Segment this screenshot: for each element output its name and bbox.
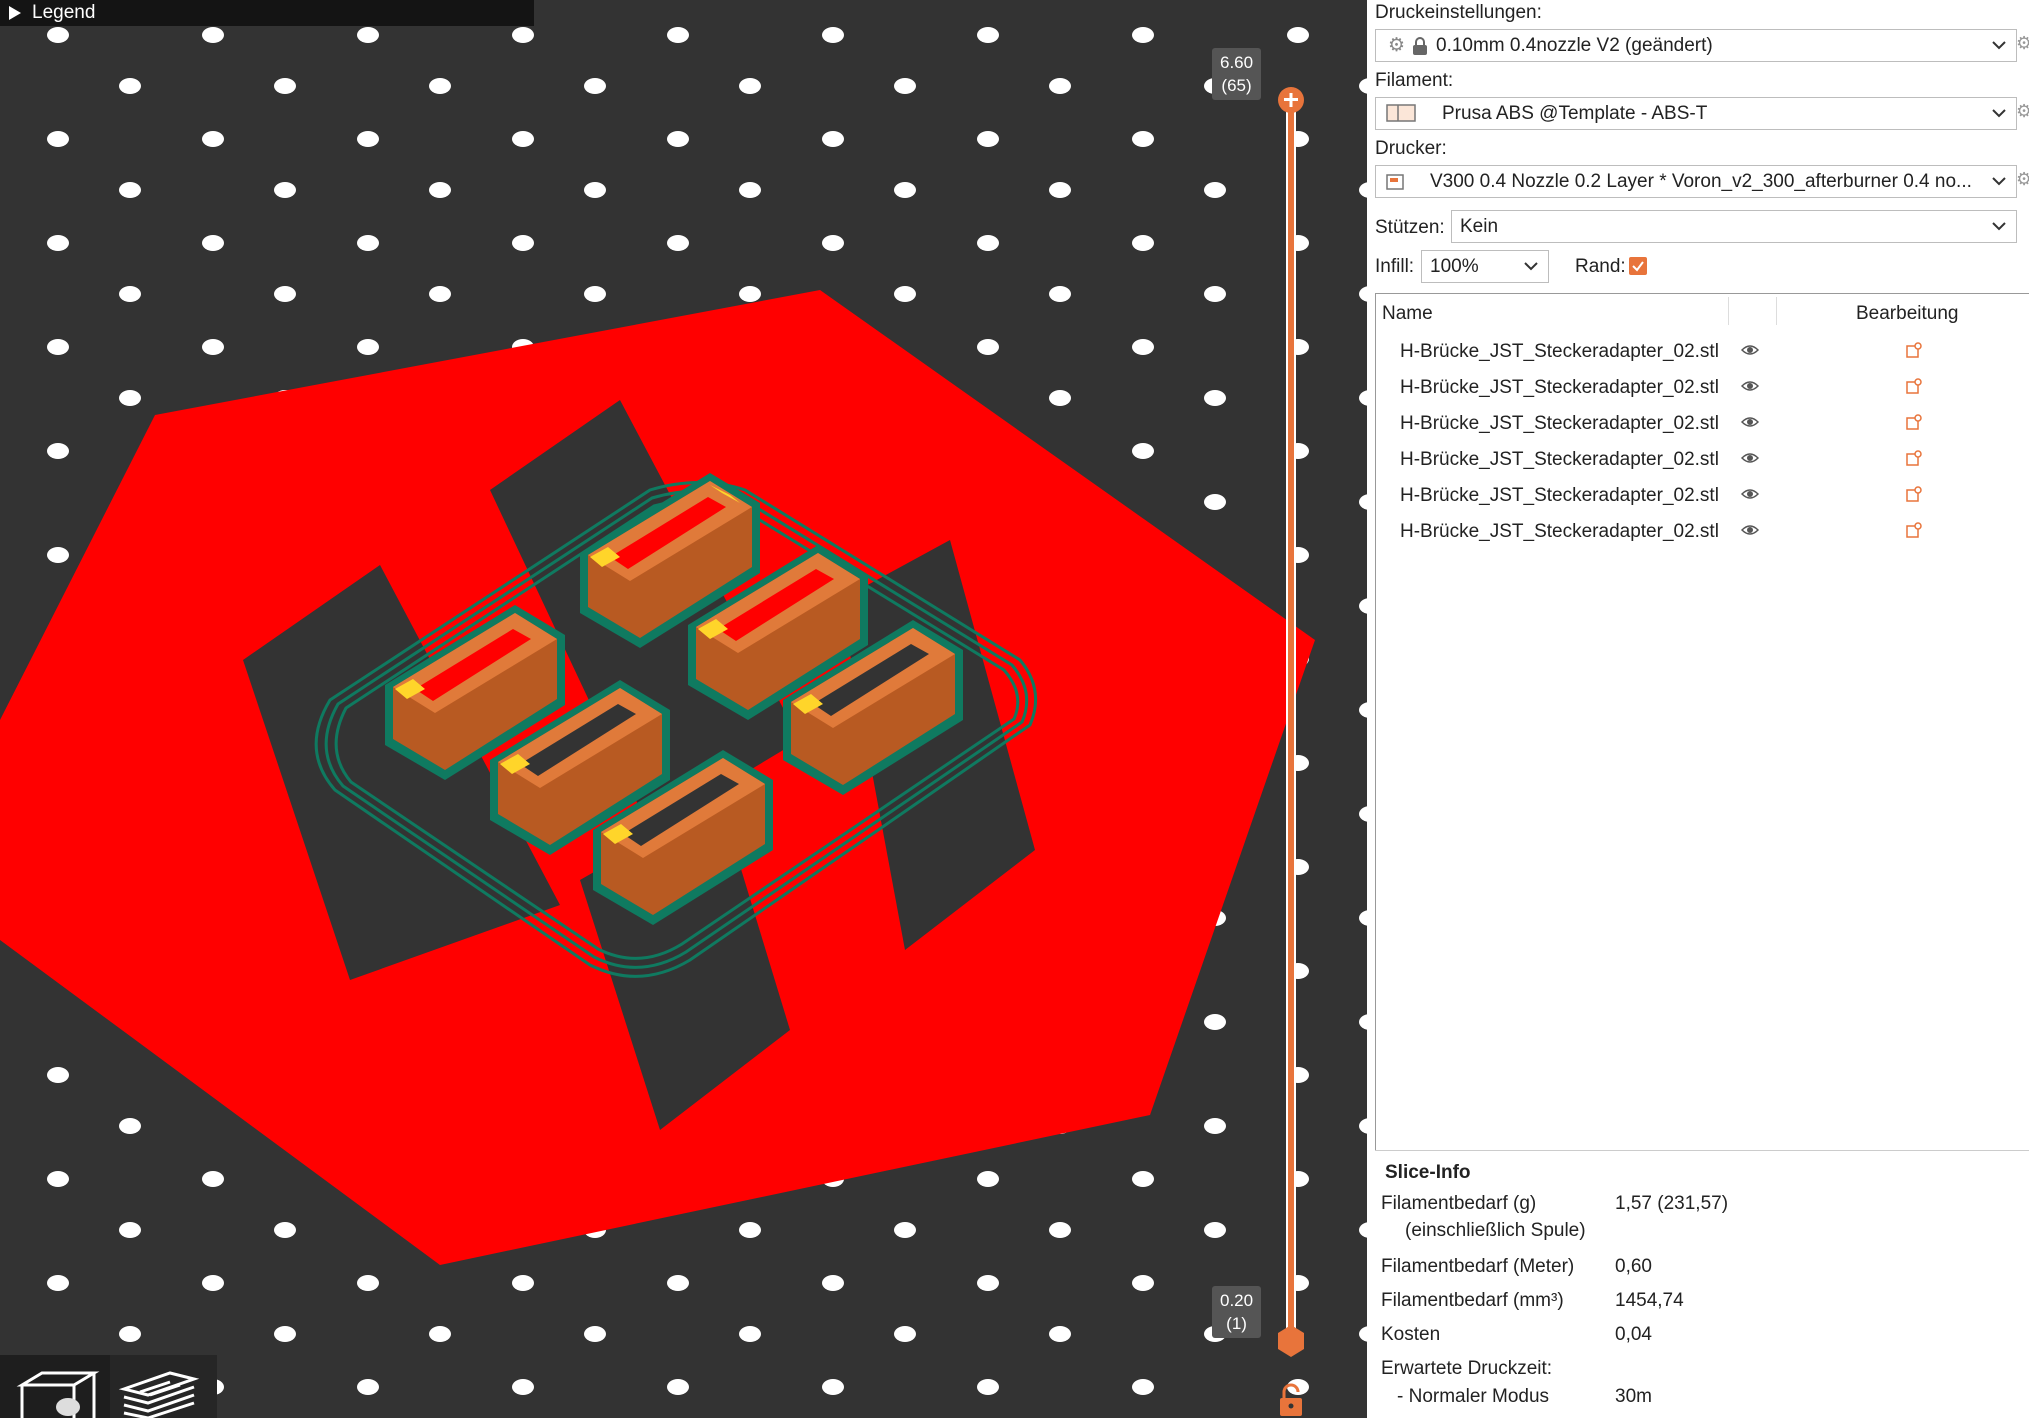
edit-icon[interactable] [1905, 485, 1923, 503]
chevron-down-icon [1992, 177, 2006, 186]
object-name: H-Brücke_JST_Steckeradapter_02.stl [1400, 521, 1719, 542]
printer-label: Drucker: [1375, 138, 1447, 159]
legend-label: Legend [32, 2, 96, 23]
chevron-down-icon [1524, 262, 1538, 271]
print-bed-scene[interactable] [0, 0, 1367, 1418]
print-settings-label: Druckeinstellungen: [1375, 2, 1542, 23]
chevron-down-icon [1992, 41, 2006, 50]
print-settings-value: 0.10mm 0.4nozzle V2 (geändert) [1436, 35, 1713, 56]
brim-label: Rand: [1575, 256, 1626, 277]
preview-button[interactable] [110, 1355, 217, 1418]
edit-icon[interactable] [1905, 449, 1923, 467]
object-name: H-Brücke_JST_Steckeradapter_02.stl [1400, 485, 1719, 506]
object-name: H-Brücke_JST_Steckeradapter_02.stl [1400, 341, 1719, 362]
normal-mode-value: 30m [1615, 1386, 1652, 1407]
list-item[interactable]: H-Brücke_JST_Steckeradapter_02.stl [1376, 478, 2029, 514]
cost-value: 0,04 [1615, 1324, 1652, 1345]
filament-mm3-value: 1454,74 [1615, 1290, 1684, 1311]
chevron-down-icon [1992, 222, 2006, 231]
infill-value: 100% [1430, 256, 1479, 277]
eye-icon[interactable] [1741, 524, 1759, 536]
filament-g-value: 1,57 (231,57) [1615, 1193, 1729, 1214]
legend-toggle[interactable]: Legend [0, 0, 534, 26]
expand-triangle-icon [9, 6, 21, 20]
layer-bottom-height: 0.20 [1220, 1291, 1254, 1310]
filament-select[interactable]: Prusa ABS @Template - ABS-T [1375, 97, 2017, 130]
printer-select[interactable]: V300 0.4 Nozzle 0.2 Layer * Voron_v2_300… [1375, 165, 2017, 198]
col-edit-header[interactable]: Bearbeitung [1856, 303, 1958, 325]
infill-label: Infill: [1375, 256, 1415, 277]
brim-checkbox[interactable] [1629, 257, 1647, 275]
filament-m-value: 0,60 [1615, 1256, 1652, 1277]
filament-color-swatch-icon [1386, 104, 1416, 122]
cube-icon [16, 1371, 100, 1418]
printer-value: V300 0.4 Nozzle 0.2 Layer * Voron_v2_300… [1430, 171, 1972, 192]
settings-sidebar: Druckeinstellungen: ⚙ 0.10mm 0.4nozzle V… [1367, 0, 2029, 1418]
slice-info-panel: Slice-Info Filamentbedarf (g) 1,57 (231,… [1375, 1158, 2029, 1418]
list-item[interactable]: H-Brücke_JST_Steckeradapter_02.stl [1376, 406, 2029, 442]
column-divider [1728, 297, 1729, 325]
layer-top-readout: 6.60 (65) [1212, 48, 1262, 100]
print-settings-select[interactable]: ⚙ 0.10mm 0.4nozzle V2 (geändert) [1375, 29, 2017, 62]
eye-icon[interactable] [1741, 488, 1759, 500]
layer-slider-range [1288, 100, 1294, 1340]
list-item[interactable]: H-Brücke_JST_Steckeradapter_02.stl [1376, 442, 2029, 478]
lock-icon [1413, 37, 1427, 55]
supports-value: Kein [1460, 216, 1499, 237]
3d-preview-viewport[interactable]: Legend 6.60 (65) 0.20 (1) [0, 0, 1367, 1418]
eye-icon[interactable] [1741, 452, 1759, 464]
cost-label: Kosten [1381, 1324, 1441, 1345]
print-time-label: Erwartete Druckzeit: [1381, 1358, 1553, 1379]
eye-icon[interactable] [1741, 344, 1759, 356]
edit-icon[interactable] [1905, 377, 1923, 395]
printer-icon [1386, 174, 1404, 190]
object-list[interactable]: Name Bearbeitung H-Brücke_JST_Steckerada… [1375, 293, 2029, 1151]
gear-icon[interactable]: ⚙ [2016, 33, 2029, 51]
divider [1375, 1150, 2029, 1151]
object-name: H-Brücke_JST_Steckeradapter_02.stl [1400, 413, 1719, 434]
filament-label: Filament: [1375, 70, 1454, 91]
list-item[interactable]: H-Brücke_JST_Steckeradapter_02.stl [1376, 334, 2029, 370]
filament-g-label: Filamentbedarf (g) [1381, 1193, 1537, 1214]
layer-top-index: (65) [1221, 76, 1252, 95]
layers-icon [118, 1371, 200, 1418]
object-list-header: Name Bearbeitung [1376, 294, 2029, 329]
object-name: H-Brücke_JST_Steckeradapter_02.stl [1400, 449, 1719, 470]
layer-bottom-readout: 0.20 (1) [1212, 1286, 1262, 1338]
filament-value: Prusa ABS @Template - ABS-T [1442, 103, 1708, 124]
3d-view-button[interactable] [0, 1355, 110, 1418]
edit-icon[interactable] [1905, 413, 1923, 431]
column-divider [1776, 297, 1777, 325]
chevron-down-icon [1992, 109, 2006, 118]
edit-icon[interactable] [1905, 521, 1923, 539]
gear-icon[interactable]: ⚙ [2016, 101, 2029, 119]
view-toolbar [0, 1355, 217, 1418]
infill-select[interactable]: 100% [1421, 250, 1549, 283]
object-name: H-Brücke_JST_Steckeradapter_02.stl [1400, 377, 1719, 398]
filament-m-label: Filamentbedarf (Meter) [1381, 1256, 1575, 1277]
col-name-header[interactable]: Name [1382, 303, 1433, 325]
layer-bottom-index: (1) [1226, 1314, 1247, 1333]
filament-g-sublabel: (einschließlich Spule) [1405, 1220, 1586, 1241]
gear-icon: ⚙ [1388, 35, 1406, 56]
gear-icon[interactable]: ⚙ [2016, 169, 2029, 187]
list-item[interactable]: H-Brücke_JST_Steckeradapter_02.stl [1376, 514, 2029, 550]
list-item[interactable]: H-Brücke_JST_Steckeradapter_02.stl [1376, 370, 2029, 406]
layer-top-height: 6.60 [1220, 53, 1254, 72]
eye-icon[interactable] [1741, 416, 1759, 428]
slice-info-title: Slice-Info [1385, 1162, 1471, 1183]
supports-label: Stützen: [1375, 217, 1445, 238]
eye-icon[interactable] [1741, 380, 1759, 392]
normal-mode-label: - Normaler Modus [1397, 1386, 1550, 1407]
edit-icon[interactable] [1905, 341, 1923, 359]
supports-select[interactable]: Kein [1451, 210, 2017, 243]
layer-slider-top-handle[interactable] [1278, 87, 1304, 113]
filament-mm3-label: Filamentbedarf (mm³) [1381, 1290, 1564, 1311]
